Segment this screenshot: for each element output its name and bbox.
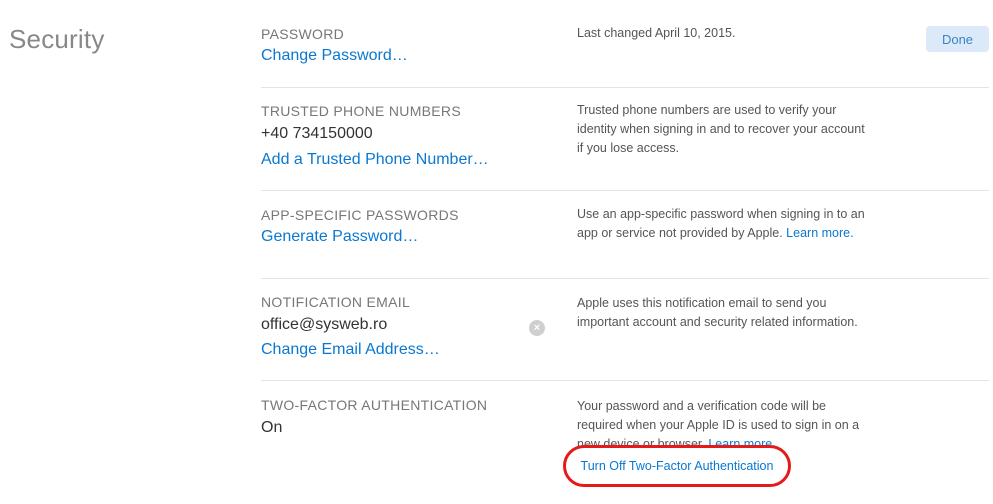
turn-off-highlight: Turn Off Two-Factor Authentication (563, 445, 791, 487)
trusted-phones-description: Trusted phone numbers are used to verify… (577, 103, 865, 155)
turn-off-two-factor-link[interactable]: Turn Off Two-Factor Authentication (581, 459, 774, 473)
two-factor-section: TWO-FACTOR AUTHENTICATION On Your passwo… (261, 395, 989, 451)
two-factor-description: Your password and a verification code wi… (577, 397, 867, 452)
app-passwords-description: Use an app-specific password when signin… (577, 205, 867, 243)
divider (261, 190, 989, 191)
page-title: Security (9, 24, 105, 54)
divider (261, 87, 989, 88)
notification-email-description: Apple uses this notification email to se… (577, 296, 858, 329)
clear-icon[interactable]: × (529, 320, 545, 336)
password-description: Last changed April 10, 2015. (577, 26, 736, 40)
app-passwords-learn-more-link[interactable]: Learn more. (786, 226, 853, 240)
trusted-phones-section: TRUSTED PHONE NUMBERS +40 734150000 Add … (261, 101, 989, 172)
change-password-link[interactable]: Change Password… (261, 44, 989, 68)
divider (261, 278, 989, 279)
password-section: PASSWORD Change Password… Last changed A… (261, 24, 989, 68)
divider (261, 380, 989, 381)
notification-email-section: NOTIFICATION EMAIL office@sysweb.ro Chan… (261, 292, 989, 362)
app-passwords-section: APP-SPECIFIC PASSWORDS Generate Password… (261, 205, 989, 249)
change-email-link[interactable]: Change Email Address… (261, 338, 989, 362)
